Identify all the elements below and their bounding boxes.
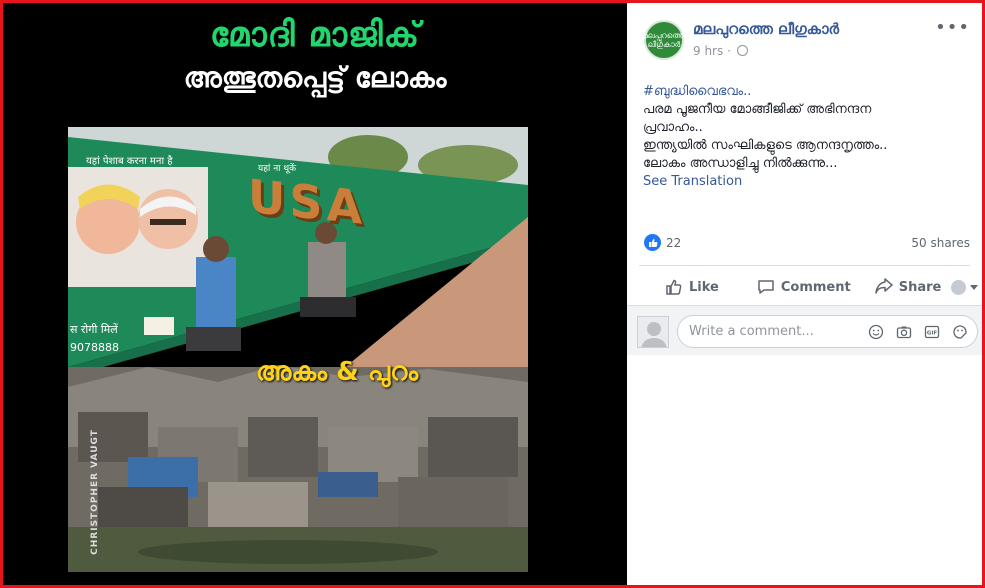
comment-input[interactable]: Write a comment... GIF: [677, 315, 978, 348]
post-meta: 9 hrs ·: [693, 44, 748, 58]
viewer-avatar: [951, 279, 967, 295]
post-line-1: പരമ പൂജനീയ മോങ്ങീജിക്ക് അഭിനന്ദന: [643, 102, 872, 117]
share-label: Share: [898, 279, 942, 295]
photo-watermark: CHRISTOPHER VAUGT: [89, 429, 100, 555]
image-overlay-caption: അകം & പുറം: [256, 357, 419, 387]
comment-placeholder: Write a comment...: [689, 324, 814, 339]
comment-composer: Write a comment... GIF: [627, 305, 982, 355]
image-title-line1: മോദി മാജിക്: [209, 15, 421, 55]
action-bar: Like Comment Share: [639, 271, 979, 303]
like-reaction-icon: [644, 234, 661, 251]
like-label: Like: [689, 279, 719, 295]
gif-icon[interactable]: GIF: [923, 323, 941, 341]
image-title-line2: അത്ഭുതപ്പെട്ട് ലോകം: [183, 61, 447, 94]
post-panel: മലപ്പുറത്തെ ലീഗുകാർ മലപുറത്തെ ലീഗുകാർ 9 …: [627, 3, 982, 585]
wall-text-3: स रोगी मिलें: [70, 323, 118, 336]
svg-text:GIF: GIF: [927, 330, 938, 336]
photo-scene: यहां पेशाब करना मना है यहां ना थूकें USA…: [68, 127, 528, 572]
reaction-count: 22: [666, 235, 682, 250]
thumbs-up-icon: [666, 279, 682, 295]
commenter-avatar: [637, 316, 669, 348]
see-translation-link[interactable]: See Translation: [643, 173, 973, 191]
wall-text-1: यहां पेशाब करना मना है: [86, 156, 173, 167]
chevron-down-icon: [970, 284, 979, 290]
hashtag-link[interactable]: #ബുദ്ധിവൈഭവം..: [643, 84, 751, 99]
page-avatar[interactable]: മലപ്പുറത്തെ ലീഗുകാർ: [642, 20, 686, 60]
shares-count[interactable]: 50 shares: [911, 236, 970, 250]
share-button[interactable]: Share: [865, 274, 952, 300]
comment-icon: [758, 280, 774, 294]
avatar-text: മലപ്പുറത്തെ ലീഗുകാർ: [642, 31, 686, 49]
camera-icon[interactable]: [895, 323, 913, 341]
comment-button[interactable]: Comment: [747, 274, 861, 300]
post-time[interactable]: 9 hrs: [693, 44, 723, 58]
wall-text-4: 9078888: [70, 341, 119, 354]
comment-label: Comment: [780, 279, 851, 295]
reaction-summary[interactable]: 22: [644, 234, 681, 251]
divider: [639, 265, 970, 266]
page-name-link[interactable]: മലപുറത്തെ ലീഗുകാർ: [693, 20, 839, 38]
share-icon: [874, 278, 893, 294]
globe-icon[interactable]: [736, 45, 748, 56]
post-as-selector[interactable]: [951, 279, 979, 295]
post-line-2: പ്രവാഹം..: [643, 120, 703, 135]
comment-tools: GIF: [867, 323, 977, 341]
more-options-icon[interactable]: •••: [935, 17, 970, 38]
post-body: #ബുദ്ധിവൈഭവം.. പരമ പൂജനീയ മോങ്ങീജിക്ക് അ…: [643, 83, 973, 191]
post-line-3: ഇന്ത്യയിൽ സംഘികളുടെ ആനന്ദനൃത്തം..: [643, 138, 888, 153]
post-line-4: ലോകം അന്ധാളിച്ചു നിൽക്കുന്നു...: [643, 156, 838, 171]
post-image[interactable]: മോദി മാജിക് അത്ഭുതപ്പെട്ട് ലോകം यहां पेश…: [3, 3, 627, 585]
emoji-icon[interactable]: [867, 323, 885, 341]
like-button[interactable]: Like: [655, 274, 729, 300]
sticker-icon[interactable]: [951, 323, 969, 341]
